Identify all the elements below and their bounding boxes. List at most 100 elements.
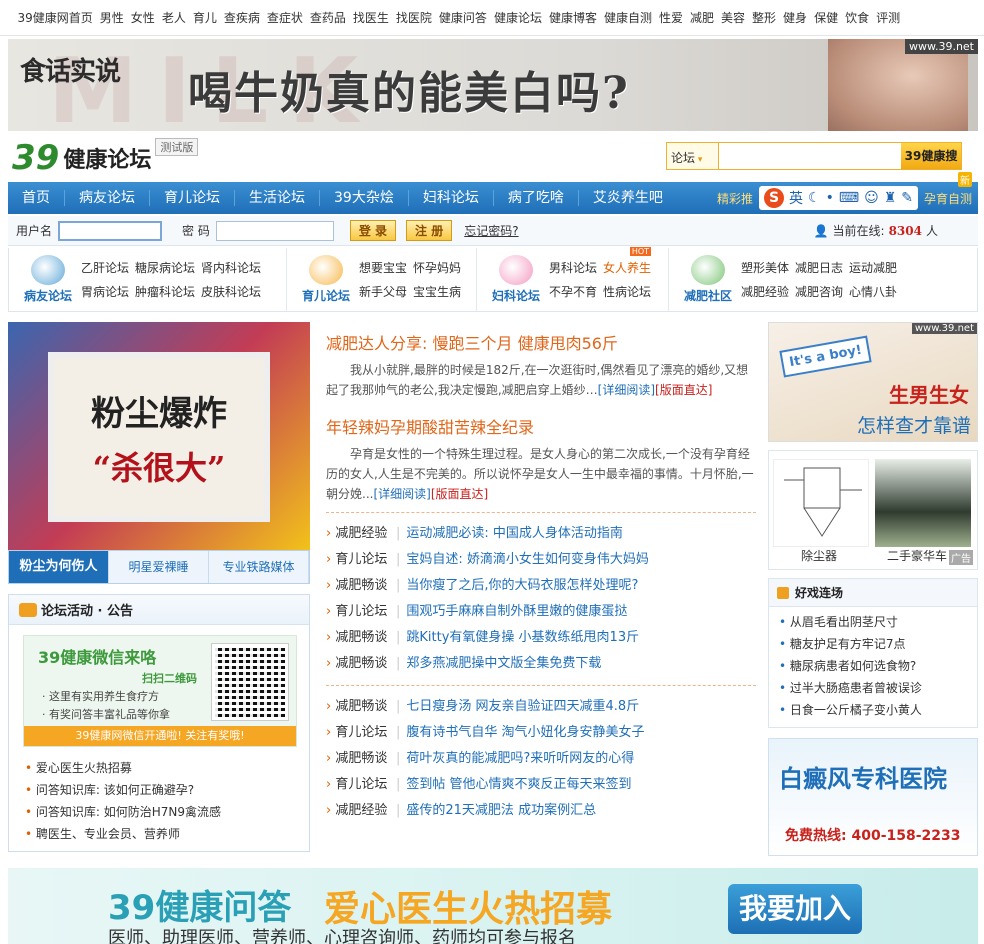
top-nav-link[interactable]: 男性 bbox=[100, 9, 124, 26]
story1-title[interactable]: 减肥达人分享: 慢跑三个月 健康甩肉56斤 bbox=[326, 330, 756, 354]
highlight-item[interactable]: 从眉毛看出阴茎尺寸 bbox=[779, 611, 977, 633]
user-icon[interactable]: ☺ bbox=[864, 190, 879, 206]
gender-ad[interactable]: It's a boy! 生男生女 怎样查才靠谱 www.39.net bbox=[768, 322, 978, 442]
luxury-car-image[interactable] bbox=[875, 459, 971, 547]
login-button[interactable]: 登 录 bbox=[349, 220, 397, 241]
post-title[interactable]: 签到帖 管他心情爽不爽反正每天来签到 bbox=[406, 772, 631, 798]
post-title[interactable]: 宝妈自述: 娇滴滴小女生如何变身伟大妈妈 bbox=[406, 547, 649, 573]
tab-star-sleep[interactable]: 明星爱裸睡 bbox=[109, 551, 209, 583]
forgot-password-link[interactable]: 忘记密码? bbox=[464, 222, 518, 239]
category-icon-block[interactable]: 妇科论坛 bbox=[483, 255, 549, 304]
main-nav-item[interactable]: 病了吃啥 bbox=[494, 190, 579, 206]
category-link[interactable]: 胃病论坛 bbox=[81, 283, 129, 300]
dust-collector-image[interactable] bbox=[773, 459, 869, 547]
dust-collector-caption[interactable]: 除尘器 bbox=[801, 547, 837, 564]
post-category[interactable]: 减肥畅谈 bbox=[326, 573, 396, 599]
tab-dust-harm[interactable]: 粉尘为何伤人 bbox=[9, 551, 109, 583]
top-nav-link[interactable]: 老人 bbox=[162, 9, 186, 26]
main-nav-item[interactable]: 妇科论坛 bbox=[409, 190, 494, 206]
category-link[interactable]: 怀孕妈妈 bbox=[413, 259, 461, 276]
post-title[interactable]: 围观巧手麻麻自制外酥里嫩的健康蛋挞 bbox=[406, 599, 627, 625]
category-link[interactable]: 塑形美体 bbox=[741, 259, 789, 276]
category-icon-block[interactable]: 减肥社区 bbox=[675, 255, 741, 304]
post-category[interactable]: 减肥畅谈 bbox=[326, 625, 396, 651]
username-input[interactable] bbox=[58, 220, 163, 241]
site-logo[interactable]: 39 健康论坛 测试版 bbox=[12, 138, 242, 178]
post-title[interactable]: 郑多燕减肥操中文版全集免费下载 bbox=[406, 651, 601, 677]
highlight-item[interactable]: 过半大肠癌患者曾被误诊 bbox=[779, 677, 977, 699]
top-nav-link[interactable]: 健康论坛 bbox=[494, 9, 542, 26]
story2-board-link[interactable]: [版面直达] bbox=[431, 487, 488, 501]
left-feature-ad[interactable]: 粉尘爆炸 “杀很大” bbox=[8, 322, 310, 550]
top-nav-link[interactable]: 美容 bbox=[721, 9, 745, 26]
register-button[interactable]: 注 册 bbox=[406, 220, 453, 241]
keyboard-icon[interactable]: ⌨ bbox=[839, 190, 859, 206]
top-nav-link[interactable]: 保健 bbox=[814, 9, 838, 26]
post-category[interactable]: 减肥经验 bbox=[326, 798, 396, 824]
top-nav-link[interactable]: 39健康网首页 bbox=[18, 9, 93, 26]
highlight-item[interactable]: 糖尿病患者如何选食物? bbox=[779, 655, 977, 677]
category-label[interactable]: 病友论坛 bbox=[24, 287, 72, 304]
category-link[interactable]: 肿瘤科论坛 bbox=[135, 283, 195, 300]
search-input[interactable] bbox=[719, 143, 901, 169]
top-nav-link[interactable]: 健康博客 bbox=[549, 9, 597, 26]
story1-more-link[interactable]: [详细阅读] bbox=[598, 383, 655, 397]
category-link[interactable]: 减肥经验 bbox=[741, 283, 789, 300]
category-icon-block[interactable]: 病友论坛 bbox=[15, 255, 81, 304]
category-link[interactable]: 减肥咨询 bbox=[795, 283, 843, 300]
category-link[interactable]: 皮肤科论坛 bbox=[201, 283, 261, 300]
category-link[interactable]: 乙肝论坛 bbox=[81, 259, 129, 276]
top-banner-ad[interactable]: MILK 食话实说 喝牛奶真的能美白吗? www.39.net bbox=[8, 39, 978, 131]
highlight-item[interactable]: 日食一公斤橘子变小黄人 bbox=[779, 699, 977, 721]
search-scope-select[interactable]: 论坛 bbox=[667, 143, 719, 169]
category-label[interactable]: 减肥社区 bbox=[684, 287, 732, 304]
top-nav-link[interactable]: 找医院 bbox=[396, 9, 432, 26]
main-nav-item[interactable]: 39大杂烩 bbox=[320, 190, 409, 206]
tab-railway-media[interactable]: 专业铁路媒体 bbox=[209, 551, 309, 583]
search-button[interactable]: 39健康搜 bbox=[901, 143, 961, 169]
story2-title[interactable]: 年轻辣妈孕期酸甜苦辣全纪录 bbox=[326, 414, 756, 438]
forum-notice-item[interactable]: 聘医生、专业会员、营养师 bbox=[25, 823, 221, 845]
top-nav-link[interactable]: 查药品 bbox=[310, 9, 346, 26]
top-nav-link[interactable]: 饮食 bbox=[845, 9, 869, 26]
main-nav-item[interactable]: 生活论坛 bbox=[235, 190, 320, 206]
forum-notice-item[interactable]: 爱心医生火热招募 bbox=[25, 757, 221, 779]
main-nav-item[interactable]: 首页 bbox=[8, 190, 65, 206]
top-nav-link[interactable]: 女性 bbox=[131, 9, 155, 26]
category-link[interactable]: 女人养生 HOT bbox=[603, 247, 652, 276]
top-nav-link[interactable]: 健康自测 bbox=[604, 9, 652, 26]
category-link[interactable]: 新手父母 bbox=[359, 283, 407, 300]
main-nav-item[interactable]: 育儿论坛 bbox=[150, 190, 235, 206]
post-category[interactable]: 减肥经验 bbox=[326, 521, 396, 547]
category-link[interactable]: 运动减肥 bbox=[849, 259, 897, 276]
top-nav-link[interactable]: 整形 bbox=[752, 9, 776, 26]
wrench-icon[interactable]: ✎ bbox=[901, 190, 913, 206]
post-title[interactable]: 运动减肥必读: 中国成人身体活动指南 bbox=[406, 521, 623, 547]
top-nav-link[interactable]: 找医生 bbox=[353, 9, 389, 26]
post-title[interactable]: 盛传的21天减肥法 成功案例汇总 bbox=[406, 798, 596, 824]
category-label[interactable]: 育儿论坛 bbox=[302, 287, 350, 304]
category-link[interactable]: 肾内科论坛 bbox=[201, 259, 261, 276]
dot-icon[interactable]: • bbox=[826, 190, 834, 206]
category-label[interactable]: 妇科论坛 bbox=[492, 287, 540, 304]
post-category[interactable]: 减肥畅谈 bbox=[326, 651, 396, 677]
top-nav-link[interactable]: 评测 bbox=[876, 9, 900, 26]
wechat-promo[interactable]: 39健康微信来咯 扫扫二维码 · 这里有实用养生食疗方 · 有奖问答丰富礼品等你… bbox=[23, 635, 297, 747]
top-nav-link[interactable]: 性爱 bbox=[659, 9, 683, 26]
shirt-icon[interactable]: ♜ bbox=[884, 190, 897, 206]
post-title[interactable]: 跳Kitty有氧健身操 小基数练纸甩肉13斤 bbox=[406, 625, 639, 651]
post-title[interactable]: 七日瘦身汤 网友亲自验证四天减重4.8斤 bbox=[406, 694, 639, 720]
category-link[interactable]: 性病论坛 bbox=[603, 283, 651, 300]
top-nav-link[interactable]: 减肥 bbox=[690, 9, 714, 26]
main-nav-item[interactable]: 病友论坛 bbox=[65, 190, 150, 206]
join-button[interactable]: 我要加入 bbox=[728, 884, 862, 934]
top-nav-link[interactable]: 育儿 bbox=[193, 9, 217, 26]
password-input[interactable] bbox=[215, 220, 334, 241]
category-link[interactable]: 心情八卦 bbox=[849, 283, 897, 300]
post-category[interactable]: 育儿论坛 bbox=[326, 772, 396, 798]
featured-link[interactable]: 精彩推 bbox=[717, 190, 753, 207]
top-nav-link[interactable]: 健康问答 bbox=[439, 9, 487, 26]
category-link[interactable]: 想要宝宝 bbox=[359, 259, 407, 276]
post-category[interactable]: 育儿论坛 bbox=[326, 720, 396, 746]
moon-icon[interactable]: ☾ bbox=[808, 190, 821, 206]
